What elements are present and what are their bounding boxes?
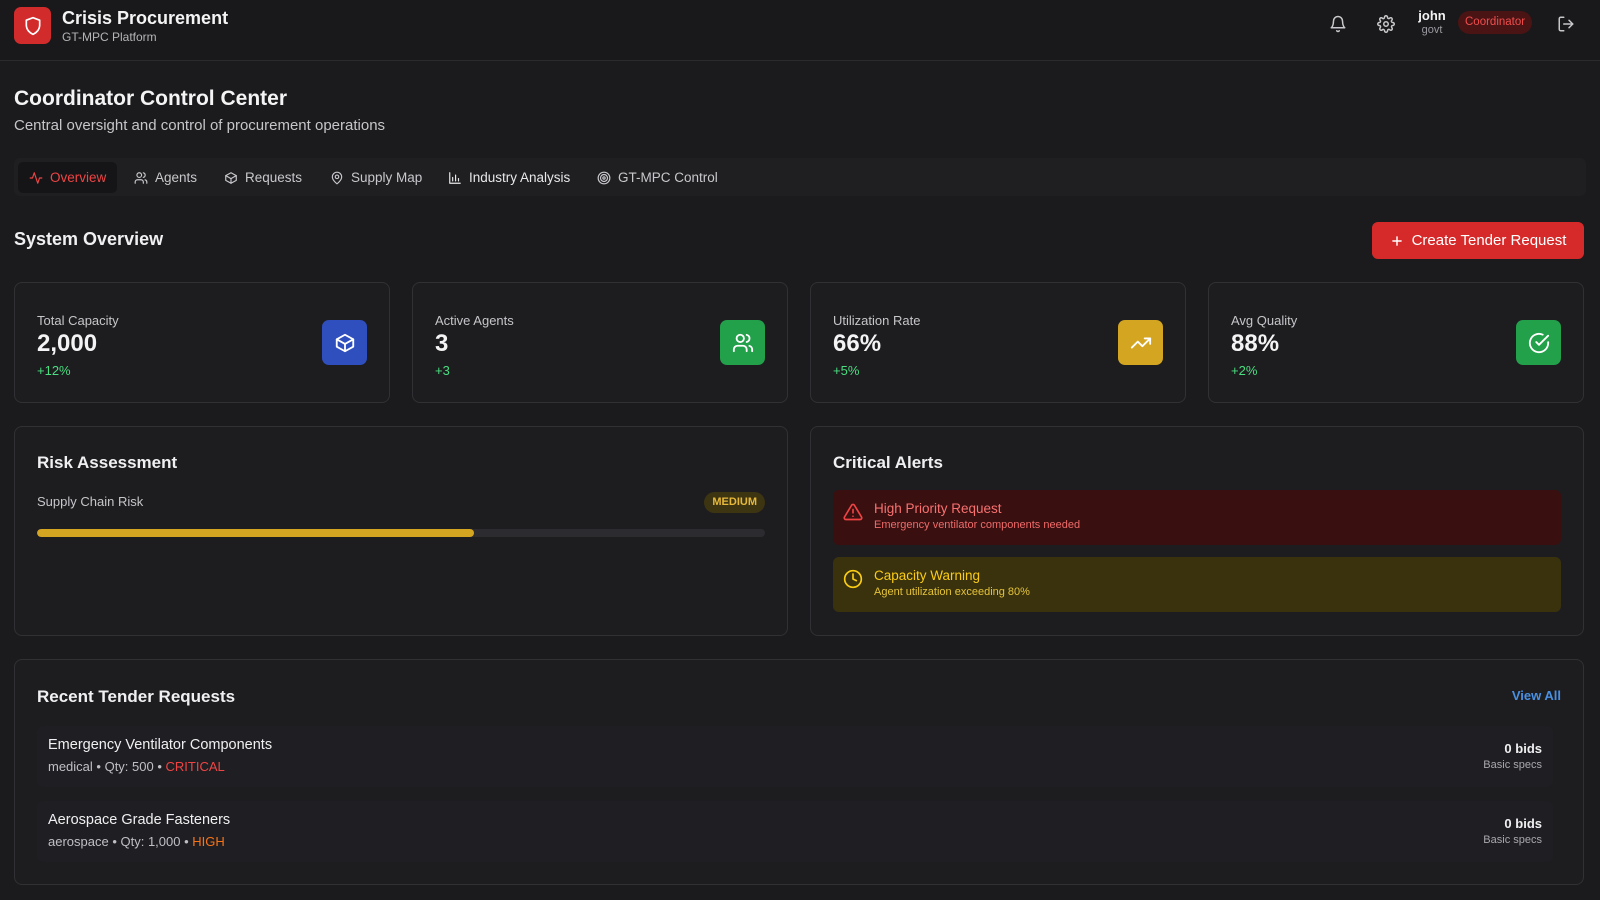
stat-label: Utilization Rate (833, 313, 921, 328)
risk-progress-fill (37, 529, 474, 537)
request-bids: 0 bids (1504, 741, 1542, 756)
app-title: Crisis Procurement (62, 7, 229, 28)
tab-industry-analysis[interactable]: Industry Analysis (437, 162, 581, 193)
tab-agents[interactable]: Agents (123, 162, 208, 193)
tab-overview[interactable]: Overview (18, 162, 118, 193)
clock-icon (843, 569, 863, 589)
page-title: Coordinator Control Center (14, 87, 287, 110)
list-item[interactable]: Emergency Ventilator Components medical … (37, 726, 1553, 787)
bar-chart-icon (448, 171, 469, 185)
request-category: aerospace (48, 834, 109, 849)
request-title: Emergency Ventilator Components (48, 737, 273, 753)
alert-description: Agent utilization exceeding 80% (874, 586, 1030, 598)
check-circle-icon (1516, 320, 1561, 365)
alert-description: Emergency ventilator components needed (874, 519, 1081, 531)
brand[interactable]: Crisis Procurement GT-MPC Platform (14, 7, 228, 44)
app-subtitle: GT-MPC Platform (62, 29, 157, 44)
section-title: System Overview (14, 229, 164, 249)
shield-icon (14, 7, 51, 44)
risk-label: Supply Chain Risk (37, 494, 144, 509)
stat-value: 3 (435, 330, 449, 357)
alert-triangle-icon (843, 502, 863, 522)
request-meta: medical • Qty: 500 • CRITICAL (48, 759, 225, 774)
alert-title: Capacity Warning (874, 568, 981, 583)
stat-card-active-agents: Active Agents 3 +3 (412, 282, 788, 403)
request-title: Aerospace Grade Fasteners (48, 812, 231, 828)
role-badge: Coordinator (1458, 11, 1533, 34)
critical-alerts-panel: Critical Alerts High Priority Request Em… (810, 426, 1584, 636)
request-bids: 0 bids (1504, 816, 1542, 831)
alert-capacity-warning[interactable]: Capacity Warning Agent utilization excee… (833, 557, 1561, 612)
create-tender-label: Create Tender Request (1411, 232, 1567, 249)
alert-high-priority[interactable]: High Priority Request Emergency ventilat… (833, 490, 1561, 545)
plus-icon (1390, 234, 1412, 248)
view-all-link[interactable]: View All (1512, 688, 1561, 703)
tab-label: GT-MPC Control (618, 170, 718, 185)
package-icon (224, 171, 245, 185)
request-category: medical (48, 759, 93, 774)
user-org: govt (1421, 24, 1443, 36)
map-pin-icon (330, 171, 351, 185)
tab-label: Industry Analysis (469, 170, 571, 185)
stat-value: 66% (833, 330, 882, 357)
risk-progress-bar (37, 529, 765, 537)
create-tender-button[interactable]: Create Tender Request (1372, 222, 1584, 259)
stat-delta: +3 (435, 363, 450, 378)
stat-value: 2,000 (37, 330, 98, 357)
target-icon (597, 171, 618, 185)
trending-up-icon (1118, 320, 1163, 365)
stat-card-utilization-rate: Utilization Rate 66% +5% (810, 282, 1186, 403)
tab-requests[interactable]: Requests (213, 162, 313, 193)
bell-icon[interactable] (1326, 12, 1350, 36)
tab-label: Supply Map (351, 170, 423, 185)
panel-title: Recent Tender Requests (37, 687, 236, 706)
list-item[interactable]: Aerospace Grade Fasteners aerospace • Qt… (37, 801, 1553, 862)
stat-delta: +5% (833, 363, 860, 378)
tab-label: Requests (245, 170, 303, 185)
panel-title: Critical Alerts (833, 453, 943, 472)
stat-label: Active Agents (435, 313, 514, 328)
request-meta: aerospace • Qty: 1,000 • HIGH (48, 834, 225, 849)
page-subtitle: Central oversight and control of procure… (14, 117, 386, 134)
request-severity: CRITICAL (165, 759, 225, 774)
request-severity: HIGH (192, 834, 225, 849)
stat-label: Avg Quality (1231, 313, 1298, 328)
stat-delta: +2% (1231, 363, 1258, 378)
user-menu[interactable]: john govt (1412, 8, 1452, 37)
tab-label: Overview (50, 170, 107, 185)
panel-title: Risk Assessment (37, 453, 178, 472)
user-name: john (1418, 8, 1446, 23)
users-icon (134, 171, 155, 185)
top-bar: Crisis Procurement GT-MPC Platform john … (0, 0, 1600, 61)
stat-card-avg-quality: Avg Quality 88% +2% (1208, 282, 1584, 403)
tab-bar: Overview Agents Requests Supply Map Indu… (14, 158, 1586, 196)
risk-assessment-panel: Risk Assessment Supply Chain Risk MEDIUM (14, 426, 788, 636)
stat-value: 88% (1231, 330, 1280, 357)
request-qty: Qty: 500 (104, 759, 154, 774)
stat-label: Total Capacity (37, 313, 119, 328)
request-specs: Basic specs (1483, 834, 1542, 846)
request-specs: Basic specs (1483, 759, 1542, 771)
stat-delta: +12% (37, 363, 71, 378)
users-icon (720, 320, 765, 365)
alert-title: High Priority Request (874, 501, 1002, 516)
package-icon (322, 320, 367, 365)
request-qty: Qty: 1,000 (120, 834, 181, 849)
gear-icon[interactable] (1374, 12, 1398, 36)
stat-card-total-capacity: Total Capacity 2,000 +12% (14, 282, 390, 403)
risk-level-badge: MEDIUM (704, 492, 765, 513)
tab-gt-mpc-control[interactable]: GT-MPC Control (586, 162, 729, 193)
tab-label: Agents (155, 170, 198, 185)
logout-icon[interactable] (1554, 12, 1578, 36)
tab-supply-map[interactable]: Supply Map (319, 162, 433, 193)
activity-icon (29, 171, 50, 185)
recent-tenders-panel: Recent Tender Requests View All Emergenc… (14, 659, 1584, 885)
